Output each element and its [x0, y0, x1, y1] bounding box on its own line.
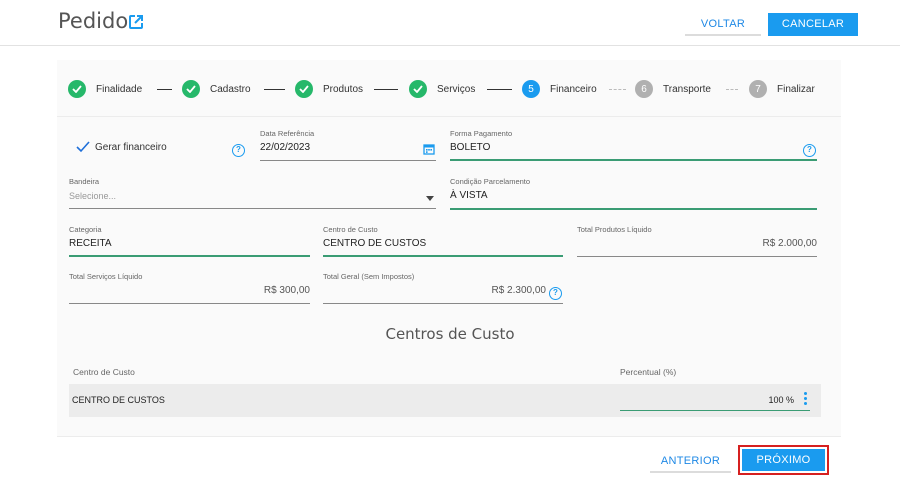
check-circle-icon	[182, 80, 200, 98]
gerar-financeiro-label: Gerar financeiro	[95, 141, 167, 153]
total-geral-label: Total Geral (Sem Impostos)	[323, 272, 415, 281]
step-connector	[374, 89, 398, 90]
calendar-icon[interactable]	[423, 143, 435, 155]
categoria-label: Categoria	[69, 225, 102, 234]
row-centro-name: CENTRO DE CUSTOS	[72, 395, 165, 405]
step-connector	[264, 89, 285, 90]
total-geral-value: R$ 2.300,00	[491, 285, 547, 296]
step-label: Produtos	[323, 83, 364, 95]
step-produtos[interactable]: Produtos	[295, 79, 363, 99]
step-number-circle: 7	[749, 80, 767, 98]
step-financeiro[interactable]: 5 Financeiro	[522, 79, 597, 99]
check-circle-icon	[409, 80, 427, 98]
help-icon[interactable]: ?	[803, 144, 816, 157]
centro-de-custo-field[interactable]: Centro de Custo CENTRO DE CUSTOS	[323, 225, 563, 257]
data-referencia-field[interactable]: Data Referência 22/02/2023	[260, 129, 436, 161]
field-underline	[323, 303, 563, 304]
help-icon[interactable]: ?	[549, 287, 562, 300]
column-header: Percentual (%)	[620, 367, 677, 377]
step-label: Serviços	[437, 83, 476, 95]
condicao-parcelamento-value: À VISTA	[450, 190, 488, 201]
section-title: Centros de Custo	[385, 325, 515, 343]
help-icon[interactable]: ?	[232, 144, 245, 157]
field-underline	[69, 208, 436, 209]
voltar-button[interactable]: VOLTAR	[685, 13, 761, 36]
bandeira-select[interactable]: Bandeira Selecione...	[69, 177, 436, 209]
field-underline	[577, 256, 817, 257]
anterior-button[interactable]: ANTERIOR	[650, 449, 731, 473]
step-number-circle: 5	[522, 80, 540, 98]
total-produtos-value: R$ 2.000,00	[762, 238, 818, 249]
caret-down-icon	[426, 196, 434, 201]
divider	[57, 436, 841, 437]
categoria-field[interactable]: Categoria RECEITA	[69, 225, 310, 257]
check-circle-icon	[68, 80, 86, 98]
field-underline	[450, 159, 817, 161]
percent-value: 100 %	[768, 395, 794, 405]
checkmark-icon	[76, 141, 90, 153]
field-underline	[69, 255, 310, 257]
forma-pagamento-value: BOLETO	[450, 142, 491, 153]
table-row: CENTRO DE CUSTOS 100 %	[69, 384, 821, 417]
total-geral-field: Total Geral (Sem Impostos) R$ 2.300,00 ?	[323, 272, 563, 304]
column-header: Centro de Custo	[73, 367, 135, 377]
total-servicos-value: R$ 300,00	[263, 285, 310, 296]
total-servicos-field: Total Serviços Líquido R$ 300,00	[69, 272, 310, 304]
step-connector	[726, 89, 738, 90]
forma-pagamento-label: Forma Pagamento	[450, 129, 513, 138]
field-underline	[69, 303, 310, 304]
step-label: Transporte	[663, 83, 711, 95]
step-transporte[interactable]: 6 Transporte	[635, 79, 711, 99]
step-finalizar[interactable]: 7 Finalizar	[749, 79, 815, 99]
step-finalidade[interactable]: Finalidade	[68, 79, 142, 99]
field-underline	[323, 255, 563, 257]
step-label: Finalidade	[96, 83, 143, 95]
condicao-parcelamento-field[interactable]: Condição Parcelamento À VISTA	[450, 177, 817, 210]
total-servicos-label: Total Serviços Líquido	[69, 272, 143, 281]
data-referencia-value: 22/02/2023	[260, 142, 311, 153]
top-bar: Pedido VOLTAR CANCELAR	[0, 0, 900, 46]
step-connector	[487, 89, 512, 90]
categoria-value: RECEITA	[69, 238, 112, 249]
step-connector	[157, 89, 172, 90]
page-title: Pedido	[58, 9, 129, 33]
field-underline	[450, 208, 817, 210]
bandeira-label: Bandeira	[69, 177, 100, 186]
step-label: Finalizar	[777, 83, 815, 95]
proximo-button[interactable]: PRÓXIMO	[742, 449, 825, 471]
forma-pagamento-field[interactable]: Forma Pagamento BOLETO ?	[450, 129, 817, 161]
step-label: Financeiro	[550, 83, 597, 95]
centro-de-custo-label: Centro de Custo	[323, 225, 378, 234]
condicao-parcelamento-label: Condição Parcelamento	[450, 177, 531, 186]
bandeira-placeholder: Selecione...	[69, 191, 117, 201]
more-vert-icon[interactable]	[804, 392, 808, 406]
step-label: Cadastro	[210, 83, 251, 95]
gerar-financeiro-checkbox[interactable]: Gerar financeiro	[76, 141, 167, 153]
step-servicos[interactable]: Serviços	[409, 79, 475, 99]
check-circle-icon	[295, 80, 313, 98]
data-referencia-label: Data Referência	[260, 129, 315, 138]
field-underline	[260, 160, 436, 161]
step-connector	[609, 89, 626, 90]
total-produtos-label: Total Produtos Líquido	[577, 225, 652, 234]
total-produtos-field: Total Produtos Líquido R$ 2.000,00	[577, 225, 817, 257]
percent-input[interactable]: 100 %	[620, 389, 810, 411]
centro-de-custo-value: CENTRO DE CUSTOS	[323, 238, 427, 249]
open-external-icon[interactable]	[128, 14, 144, 30]
step-cadastro[interactable]: Cadastro	[182, 79, 251, 99]
divider	[57, 116, 841, 117]
cancelar-button[interactable]: CANCELAR	[768, 13, 858, 36]
step-number-circle: 6	[635, 80, 653, 98]
